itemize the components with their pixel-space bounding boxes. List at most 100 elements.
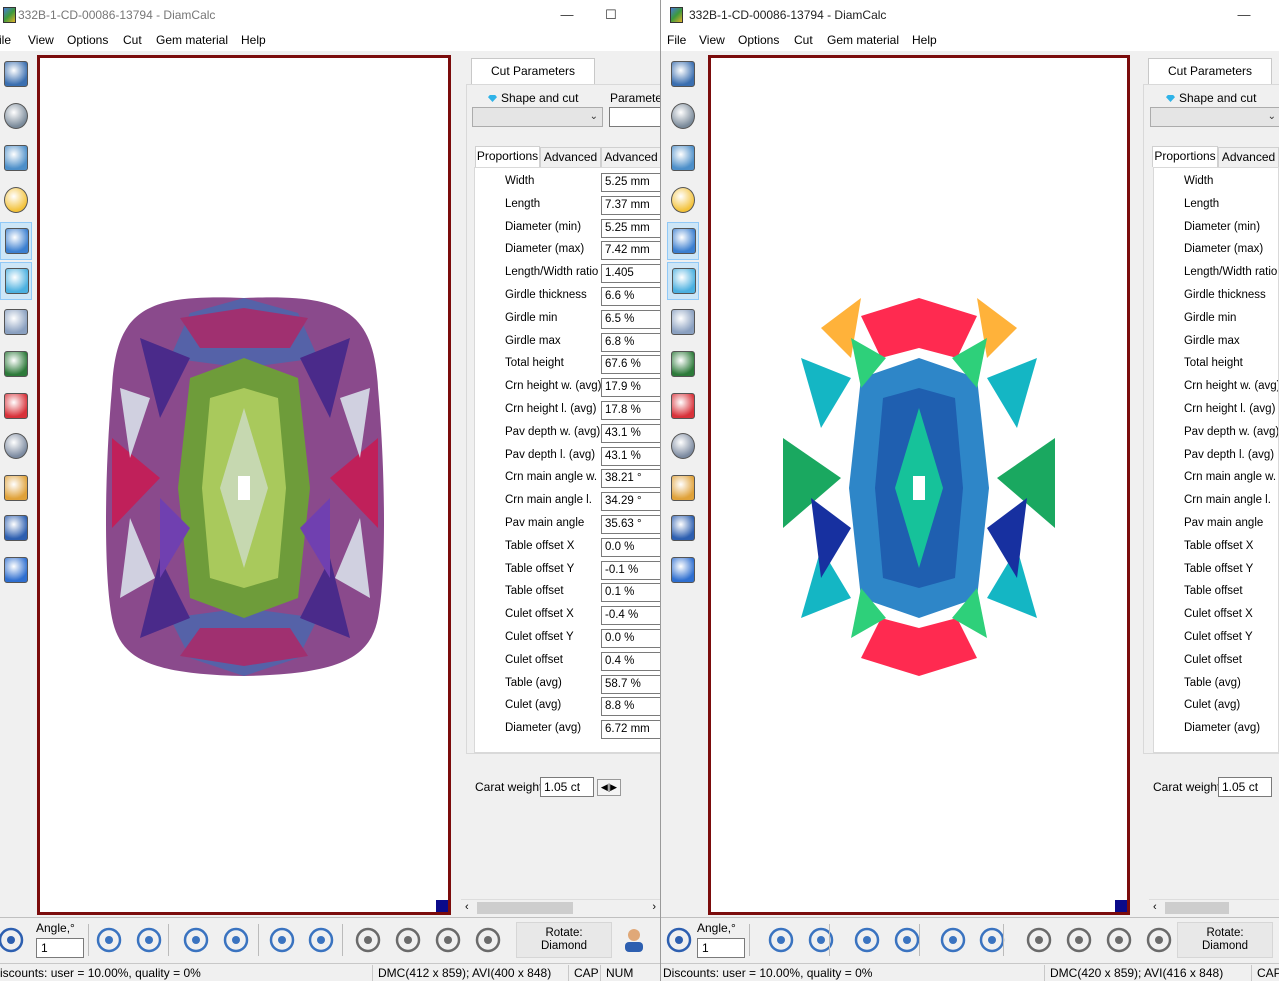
diamond-render-button[interactable] bbox=[667, 222, 699, 260]
tilt-left-icon[interactable] bbox=[266, 924, 298, 956]
tilt-right-icon[interactable] bbox=[305, 924, 337, 956]
proportion-value-field[interactable]: 67.6 % bbox=[601, 355, 660, 375]
open-folder-button[interactable] bbox=[0, 470, 32, 508]
scroll-left-icon[interactable]: ‹ bbox=[1153, 901, 1157, 913]
proportion-value-field[interactable]: 6.8 % bbox=[601, 332, 660, 352]
zoom-icon[interactable] bbox=[663, 924, 695, 956]
minimize-button[interactable]: — bbox=[557, 5, 577, 25]
film-record-button[interactable] bbox=[0, 388, 32, 426]
carat-spinner[interactable]: ◀|▶ bbox=[597, 779, 621, 796]
word-export-button[interactable] bbox=[0, 552, 32, 590]
scroll-right-icon[interactable]: › bbox=[652, 901, 656, 913]
scroll-left-icon[interactable]: ‹ bbox=[465, 901, 469, 913]
film-record-button[interactable] bbox=[667, 388, 699, 426]
bottom-view-icon[interactable] bbox=[1103, 924, 1135, 956]
proportion-value-field[interactable]: 43.1 % bbox=[601, 446, 660, 466]
menu-help[interactable]: Help bbox=[241, 33, 266, 47]
film-play-button[interactable] bbox=[667, 346, 699, 384]
menu-gem-material[interactable]: Gem material bbox=[156, 33, 228, 47]
user-rotate-icon[interactable] bbox=[618, 924, 650, 956]
tab-cut-parameters[interactable]: Cut Parameters bbox=[471, 58, 595, 84]
proportion-value-field[interactable]: 0.4 % bbox=[601, 651, 660, 671]
proportion-value-field[interactable]: 17.9 % bbox=[601, 378, 660, 398]
diamond-wheel-button[interactable] bbox=[0, 428, 32, 466]
proportion-value-field[interactable]: 6.6 % bbox=[601, 287, 660, 306]
scroll-thumb[interactable] bbox=[1165, 902, 1229, 914]
side-view-icon[interactable] bbox=[1063, 924, 1095, 956]
diamond-sphere-button[interactable] bbox=[0, 98, 32, 136]
tab-proportions[interactable]: Proportions bbox=[1152, 146, 1218, 167]
save-disk-button[interactable] bbox=[0, 510, 32, 548]
diamond-outline-button[interactable] bbox=[0, 56, 32, 94]
menu-file[interactable]: ile bbox=[0, 33, 11, 47]
tab-advanced-1[interactable]: Advanced bbox=[540, 147, 601, 168]
profile-view-icon[interactable] bbox=[472, 924, 504, 956]
resize-corner[interactable] bbox=[436, 900, 448, 912]
shape-dropdown[interactable]: ⌄ bbox=[1150, 107, 1279, 127]
angle-select[interactable]: 1 bbox=[36, 938, 84, 958]
angle-select[interactable]: 1 bbox=[697, 938, 745, 958]
tilt-left-icon[interactable] bbox=[937, 924, 969, 956]
zoom-icon[interactable] bbox=[0, 924, 27, 956]
rotate-ccw-icon[interactable] bbox=[765, 924, 797, 956]
tab-cut-parameters[interactable]: Cut Parameters bbox=[1148, 58, 1272, 84]
diamond-view[interactable] bbox=[37, 55, 451, 915]
diamond-wheel-button[interactable] bbox=[667, 428, 699, 466]
proportion-value-field[interactable]: 6.72 mm bbox=[601, 720, 660, 740]
menu-cut[interactable]: Cut bbox=[123, 33, 142, 47]
proportion-value-field[interactable]: 0.1 % bbox=[601, 583, 660, 603]
carat-weight-input[interactable]: 1.05 ct bbox=[1218, 777, 1272, 797]
tab-advanced-1[interactable]: Advanced bbox=[1218, 147, 1279, 168]
flip-left-icon[interactable] bbox=[851, 924, 883, 956]
proportion-value-field[interactable]: 7.42 mm bbox=[601, 241, 660, 261]
tab-advanced-2[interactable]: Advanced bbox=[601, 147, 660, 168]
proportion-value-field[interactable]: 38.21 ° bbox=[601, 469, 660, 489]
menu-cut[interactable]: Cut bbox=[794, 33, 813, 47]
flip-left-icon[interactable] bbox=[180, 924, 212, 956]
proportion-value-field[interactable]: 8.8 % bbox=[601, 697, 660, 717]
open-folder-button[interactable] bbox=[667, 470, 699, 508]
menu-file[interactable]: File bbox=[667, 33, 686, 47]
parameter-input[interactable] bbox=[609, 107, 660, 127]
diamond-render-button[interactable] bbox=[0, 222, 32, 260]
proportion-value-field[interactable]: 35.63 ° bbox=[601, 515, 660, 534]
word-export-button[interactable] bbox=[667, 552, 699, 590]
diamond-view[interactable] bbox=[708, 55, 1130, 915]
proportion-value-field[interactable]: 5.25 mm bbox=[601, 218, 660, 238]
proportion-value-field[interactable]: 7.37 mm bbox=[601, 195, 660, 215]
proportion-value-field[interactable]: -0.1 % bbox=[601, 560, 660, 580]
rotate-mode-button[interactable]: Rotate: Diamond bbox=[516, 922, 612, 958]
proportion-value-field[interactable]: 58.7 % bbox=[601, 674, 660, 694]
diamond-outline-button[interactable] bbox=[667, 56, 699, 94]
proportion-value-field[interactable]: 17.8 % bbox=[601, 401, 660, 420]
light-bulb-button[interactable] bbox=[667, 182, 699, 220]
spectrum-button[interactable] bbox=[0, 262, 32, 300]
bottom-view-icon[interactable] bbox=[432, 924, 464, 956]
panel-horizontal-scrollbar[interactable]: ‹ › bbox=[461, 899, 660, 916]
top-view-icon[interactable] bbox=[352, 924, 384, 956]
paint-bucket-button[interactable] bbox=[667, 140, 699, 178]
carat-weight-input[interactable]: 1.05 ct bbox=[540, 777, 594, 797]
film-play-button[interactable] bbox=[0, 346, 32, 384]
light-bulb-button[interactable] bbox=[0, 182, 32, 220]
shape-dropdown[interactable]: ⌄ bbox=[472, 107, 603, 127]
diamond-photo-button[interactable] bbox=[0, 304, 32, 342]
proportion-value-field[interactable]: 1.405 bbox=[601, 264, 660, 284]
rotate-cw-icon[interactable] bbox=[133, 924, 165, 956]
menu-gem-material[interactable]: Gem material bbox=[827, 33, 899, 47]
proportion-value-field[interactable]: -0.4 % bbox=[601, 606, 660, 626]
rotate-mode-button[interactable]: Rotate: Diamond bbox=[1177, 922, 1273, 958]
paint-bucket-button[interactable] bbox=[0, 140, 32, 178]
panel-horizontal-scrollbar[interactable]: ‹ bbox=[1149, 899, 1279, 916]
minimize-button[interactable]: — bbox=[1234, 5, 1254, 25]
rotate-cw-icon[interactable] bbox=[805, 924, 837, 956]
proportion-value-field[interactable]: 0.0 % bbox=[601, 629, 660, 648]
side-view-icon[interactable] bbox=[392, 924, 424, 956]
save-disk-button[interactable] bbox=[667, 510, 699, 548]
scroll-thumb[interactable] bbox=[477, 902, 573, 914]
menu-options[interactable]: Options bbox=[67, 33, 108, 47]
proportion-value-field[interactable]: 34.29 ° bbox=[601, 492, 660, 512]
diamond-sphere-button[interactable] bbox=[667, 98, 699, 136]
tab-proportions[interactable]: Proportions bbox=[475, 146, 540, 167]
menu-view[interactable]: View bbox=[28, 33, 54, 47]
